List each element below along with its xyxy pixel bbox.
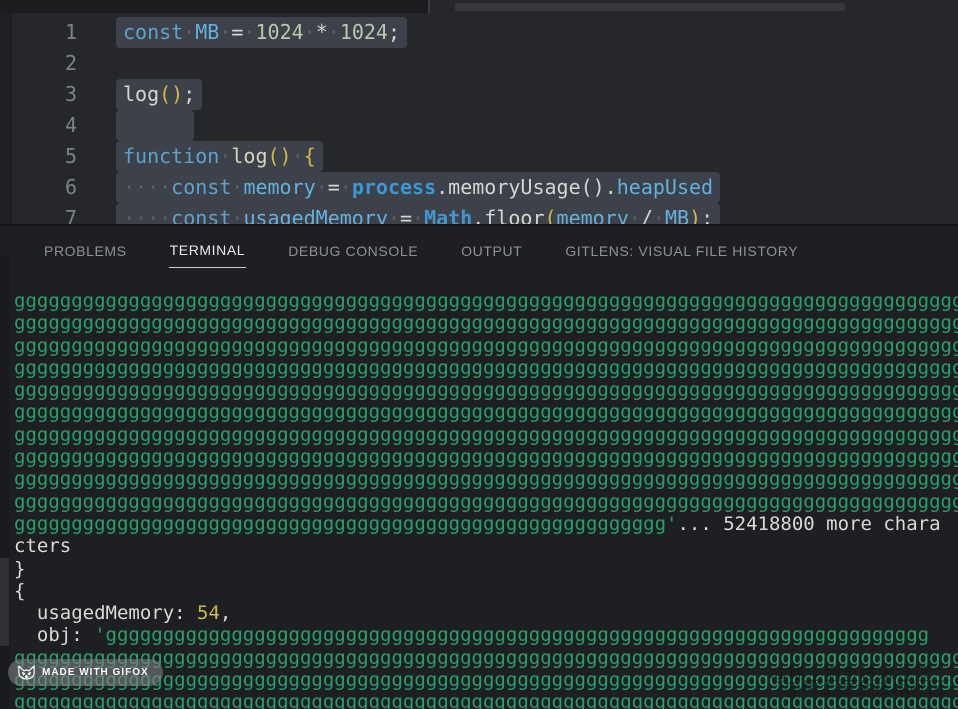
tab-problems[interactable]: PROBLEMS — [43, 237, 128, 268]
code-line-content: log(); — [116, 79, 202, 110]
bottom-panel: PROBLEMS TERMINAL DEBUG CONSOLE OUTPUT GITLE… — [0, 226, 958, 709]
selection-highlight: const·MB·=·1024·*·1024; — [116, 17, 407, 48]
editor-top-scroll-strip — [0, 0, 958, 13]
terminal-line: gggggggggggggggggggggggggggggggggggggggg… — [14, 513, 958, 535]
line-number: 6 — [0, 172, 77, 203]
terminal-line: gggggggggggggggggggggggggggggggggggggggg… — [14, 379, 958, 401]
editor-lines: 1 const·MB·=·1024·*·1024; 2 3 log(); 45 funct… — [0, 17, 958, 224]
gifox-badge: MADE WITH GIFOX — [8, 659, 163, 686]
terminal-line: obj: 'gggggggggggggggggggggggggggggggggg… — [14, 624, 958, 646]
line-number: 2 — [0, 48, 77, 79]
code-line-content: const·MB·=·1024·*·1024; — [116, 17, 407, 48]
tab-terminal[interactable]: TERMINAL — [169, 236, 247, 268]
terminal-output[interactable]: gggggggggggggggggggggggggggggggggggggggg… — [0, 282, 958, 709]
terminal-line: gggggggggggggggggggggggggggggggggggggggg… — [14, 357, 958, 379]
vscode-window: 1 const·MB·=·1024·*·1024; 2 3 log(); 45 funct… — [0, 0, 958, 709]
fox-icon — [18, 665, 35, 680]
selection-highlight: function·log()·{ — [116, 141, 323, 172]
terminal-line: gggggggggggggggggggggggggggggggggggggggg… — [14, 312, 958, 334]
terminal-line: usagedMemory: 54, — [14, 602, 958, 624]
code-line[interactable]: 4 — [0, 110, 958, 141]
code-line-content: ····const·memory·=·process.memoryUsage()… — [116, 172, 720, 203]
line-number: 4 — [0, 110, 77, 141]
terminal-line: } — [14, 558, 958, 580]
tab-gitlens-visual-file-history[interactable]: GITLENS: VISUAL FILE HISTORY — [564, 237, 799, 268]
terminal-line: cters — [14, 535, 958, 557]
terminal-line: gggggggggggggggggggggggggggggggggggggggg… — [14, 424, 958, 446]
terminal-line: gggggggggggggggggggggggggggggggggggggggg… — [14, 290, 958, 312]
watermark-text: @稀土掘金技术社区 — [784, 674, 946, 699]
code-line[interactable]: 6 ····const·memory·=·process.memoryUsage(… — [0, 172, 958, 203]
terminal-line: gggggggggggggggggggggggggggggggggggggggg… — [14, 401, 958, 423]
line-number: 5 — [0, 141, 77, 172]
panel-tab-bar: PROBLEMS TERMINAL DEBUG CONSOLE OUTPUT GITLE… — [43, 226, 840, 278]
code-line[interactable]: 5 function·log()·{ — [0, 141, 958, 172]
line-number: 3 — [0, 79, 77, 110]
terminal-line: gggggggggggggggggggggggggggggggggggggggg… — [14, 491, 958, 513]
code-line-content — [116, 48, 159, 79]
line-number: 1 — [0, 17, 77, 48]
badge-label: MADE WITH GIFOX — [42, 667, 149, 678]
selection-highlight: ····const·usagedMemory·=·Math.floor(memo… — [116, 203, 720, 224]
code-line[interactable]: 7 ····const·usagedMemory·=·Math.floor(mem… — [0, 203, 958, 224]
terminal-line: gggggggggggggggggggggggggggggggggggggggg… — [14, 468, 958, 490]
terminal-line: gggggggggggggggggggggggggggggggggggggggg… — [14, 335, 958, 357]
selection-highlight — [116, 110, 194, 141]
selection-highlight: log(); — [116, 79, 202, 110]
code-line[interactable]: 2 — [0, 48, 958, 79]
code-line[interactable]: 3 log(); — [0, 79, 958, 110]
code-line-content — [116, 110, 194, 141]
tab-debug-console[interactable]: DEBUG CONSOLE — [287, 237, 419, 268]
line-number: 7 — [0, 203, 77, 224]
terminal-line: { — [14, 580, 958, 602]
code-line[interactable]: 1 const·MB·=·1024·*·1024; — [0, 17, 958, 48]
code-line-content: function·log()·{ — [116, 141, 323, 172]
code-editor[interactable]: 1 const·MB·=·1024·*·1024; 2 3 log(); 45 funct… — [0, 13, 958, 224]
tab-output[interactable]: OUTPUT — [460, 237, 523, 268]
scrollbar-divider — [428, 0, 430, 13]
horizontal-scrollbar-slider[interactable] — [455, 3, 845, 11]
terminal-line: gggggggggggggggggggggggggggggggggggggggg… — [14, 446, 958, 468]
selection-highlight: ····const·memory·=·process.memoryUsage()… — [116, 172, 720, 203]
code-line-content: ····const·usagedMemory·=·Math.floor(memo… — [116, 203, 720, 224]
